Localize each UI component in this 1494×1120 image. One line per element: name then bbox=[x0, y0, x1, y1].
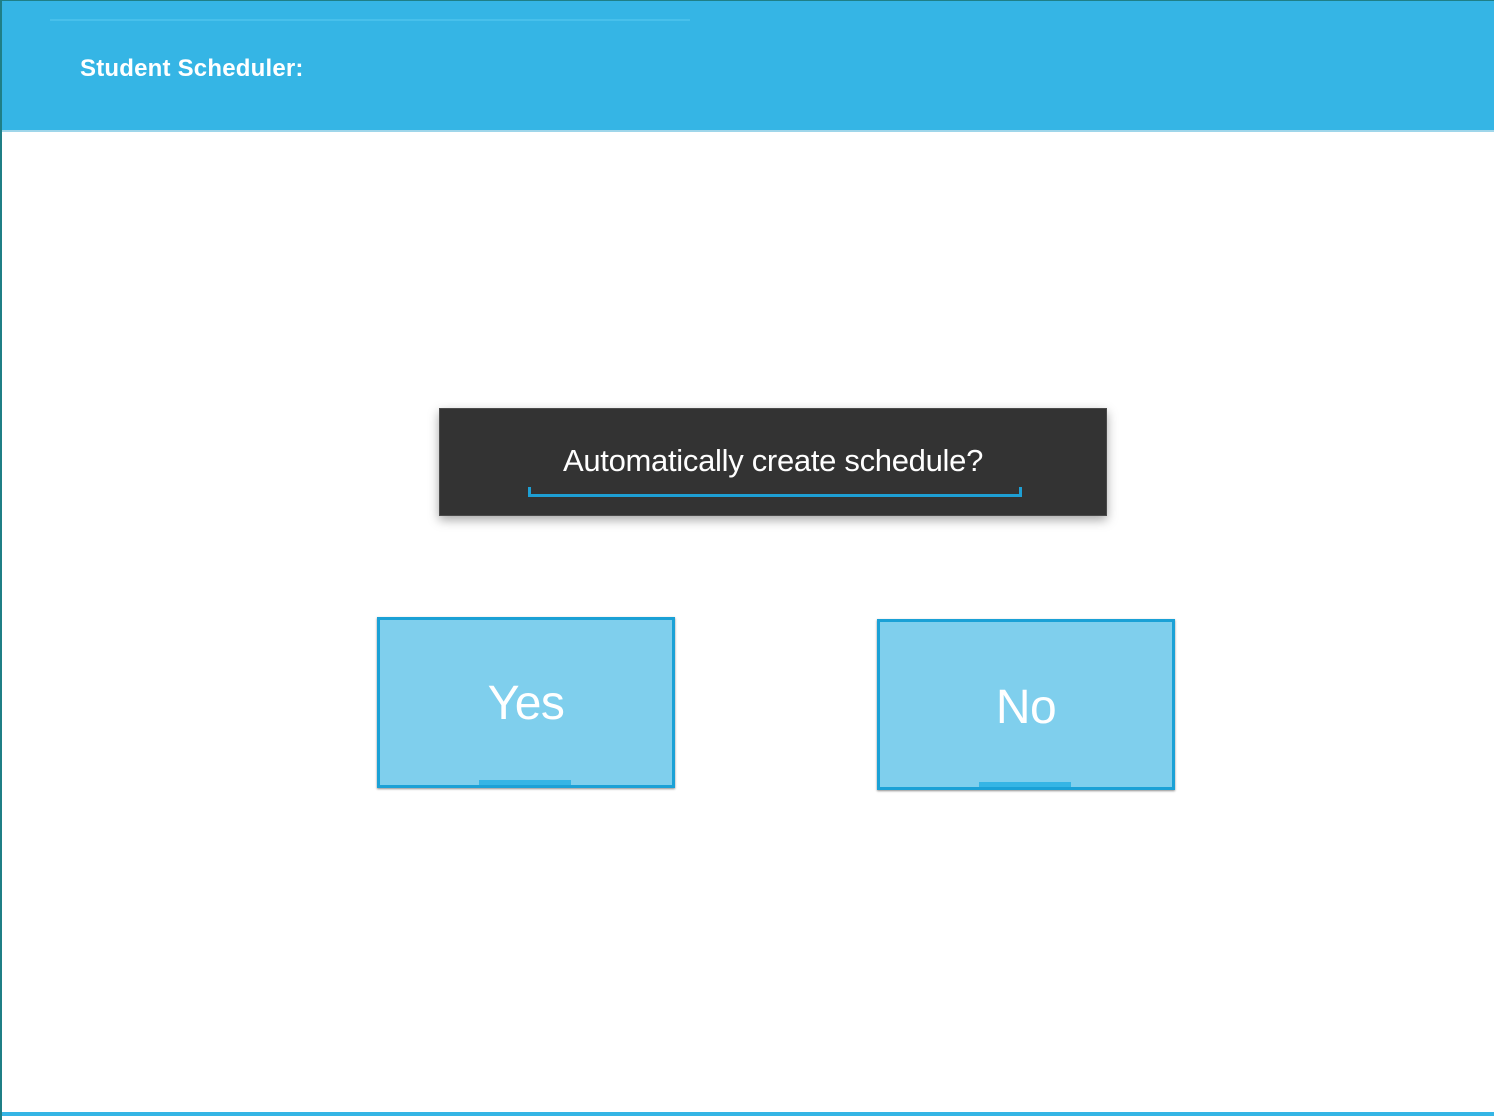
app-window: Student Scheduler: Automatically create … bbox=[0, 0, 1494, 1120]
no-button-label: No bbox=[995, 681, 1057, 734]
app-title: Student Scheduler: bbox=[80, 55, 304, 82]
no-button[interactable]: No bbox=[877, 619, 1175, 790]
prompt-underline bbox=[528, 487, 1022, 497]
header-highlight bbox=[50, 19, 690, 21]
prompt-box: Automatically create schedule? bbox=[439, 408, 1107, 516]
yes-button-label: Yes bbox=[487, 677, 565, 730]
header-bar: Student Scheduler: bbox=[2, 1, 1494, 132]
prompt-text: Automatically create schedule? bbox=[562, 443, 984, 478]
no-button-focus-bar bbox=[979, 782, 1071, 787]
yes-button[interactable]: Yes bbox=[377, 617, 675, 788]
bottom-divider bbox=[2, 1112, 1494, 1116]
yes-button-focus-bar bbox=[479, 780, 571, 785]
